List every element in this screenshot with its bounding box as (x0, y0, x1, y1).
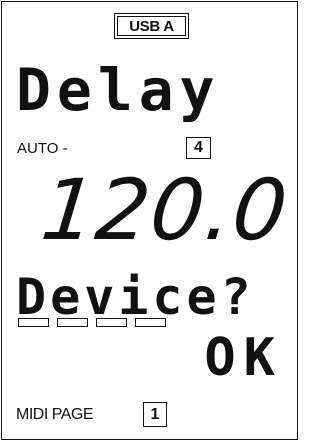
cursor-indicator (135, 318, 166, 327)
value-display: 120.0 (36, 161, 293, 259)
page-number-box: 1 (143, 402, 167, 427)
device-prompt: Device? (16, 268, 255, 326)
page-number: 1 (150, 405, 160, 423)
cursor-indicator (18, 318, 49, 327)
page-label: MIDI PAGE (16, 406, 94, 423)
cursor-indicator (57, 318, 88, 327)
cursor-indicator (96, 318, 127, 327)
usb-port-indicator: USB A (114, 13, 189, 39)
mode-label: AUTO - (17, 140, 68, 157)
slot-number: 4 (194, 139, 203, 156)
ok-label: OK (204, 328, 283, 388)
parameter-name: Delay (16, 56, 221, 124)
cursor-indicators (18, 318, 166, 327)
usb-port-label: USB A (129, 17, 174, 35)
slot-number-box: 4 (186, 137, 211, 159)
